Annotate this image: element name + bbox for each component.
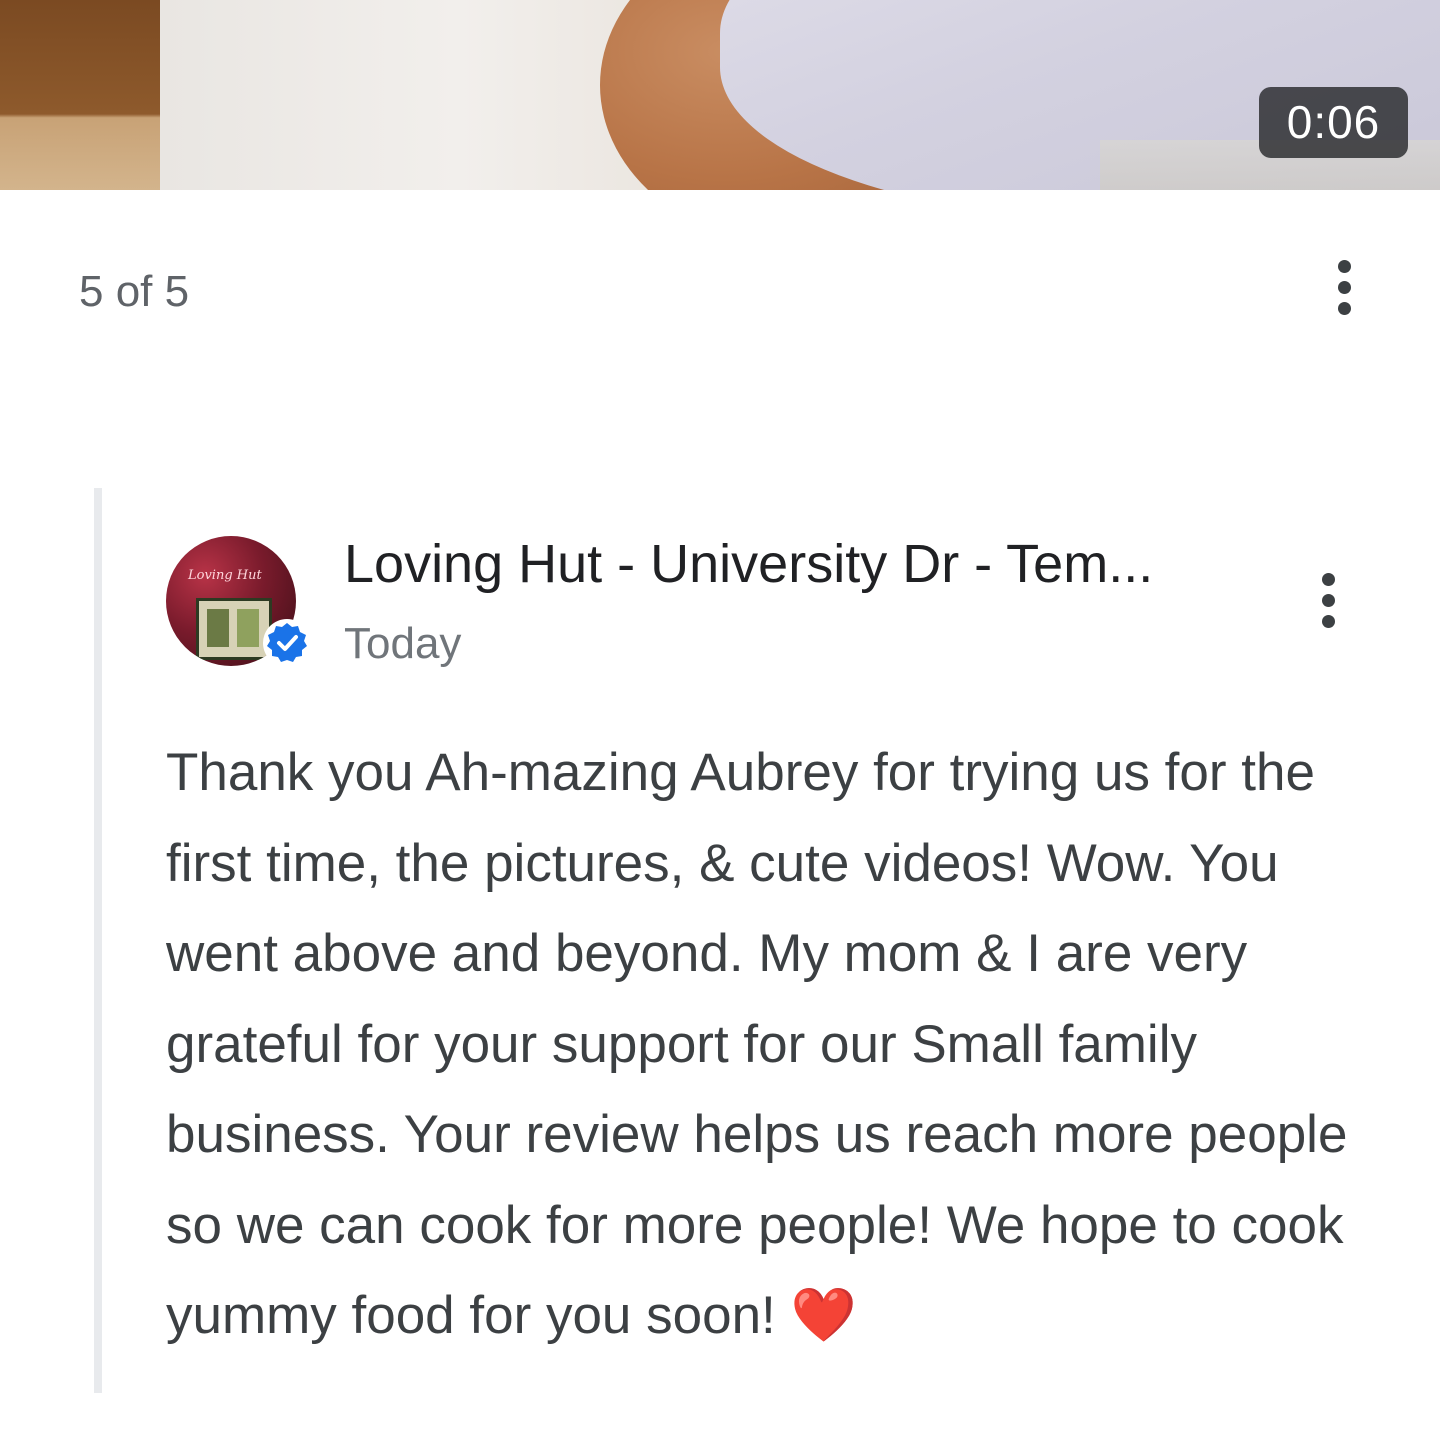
more-dot — [1337, 301, 1351, 315]
video-thumbnail[interactable]: 0:06 — [0, 0, 1440, 190]
more-dot — [1321, 572, 1335, 586]
more-vert-icon[interactable] — [1308, 565, 1348, 635]
video-duration-badge: 0:06 — [1259, 87, 1408, 158]
reply-indent-bar — [94, 488, 102, 1393]
avatar-sign-text: Loving Hut — [188, 568, 262, 583]
more-dot — [1337, 280, 1351, 294]
owner-name[interactable]: Loving Hut - University Dr - Tem... — [344, 532, 1153, 596]
reply-text: Thank you Ah-mazing Aubrey for trying us… — [166, 743, 1348, 1345]
avatar-storefront — [196, 598, 272, 660]
more-dot — [1321, 593, 1335, 607]
media-counter: 5 of 5 — [79, 267, 190, 316]
more-dot — [1321, 614, 1335, 628]
more-dot — [1337, 259, 1351, 273]
verified-badge-icon — [263, 619, 311, 667]
video-frame-wood — [0, 0, 175, 190]
more-vert-icon[interactable] — [1324, 252, 1364, 322]
video-frame-wall — [160, 0, 660, 190]
reply-date: Today — [344, 619, 462, 668]
